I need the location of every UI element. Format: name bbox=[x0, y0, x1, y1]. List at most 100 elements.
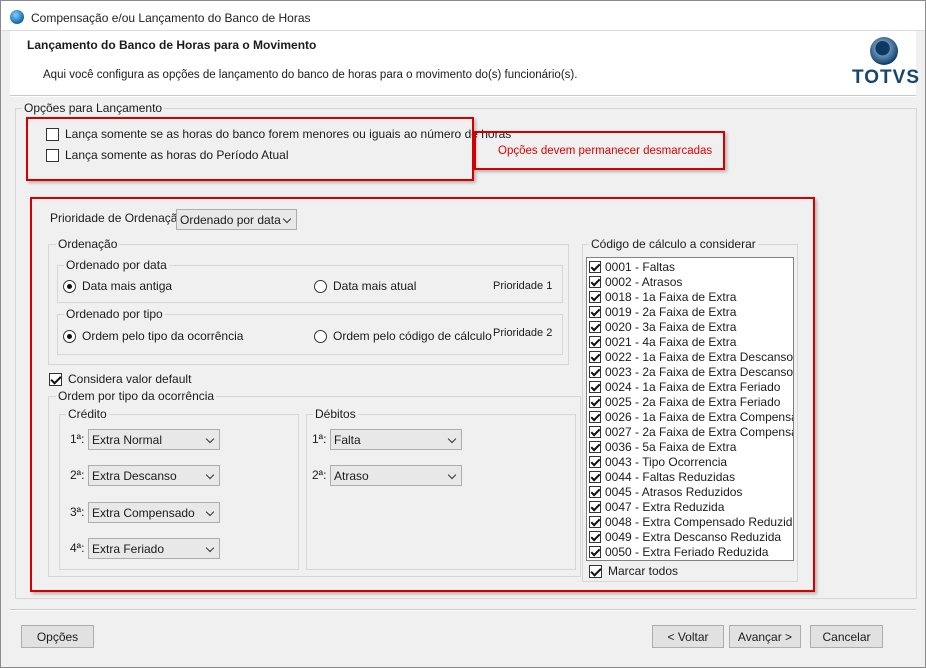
ordenado-data-label: Ordenado por data bbox=[64, 258, 169, 272]
codigo-list-item[interactable]: 0045 - Atrasos Reduzidos bbox=[587, 484, 793, 499]
wizard-header: Lançamento do Banco de Horas para o Movi… bbox=[10, 31, 919, 95]
checkbox-checked-icon[interactable] bbox=[589, 530, 601, 543]
codigo-list-item[interactable]: 0050 - Extra Feriado Reduzida bbox=[587, 544, 793, 559]
checkbox-checked-icon[interactable] bbox=[589, 350, 601, 363]
codigo-item-label: 0024 - 1a Faixa de Extra Feriado bbox=[605, 379, 781, 394]
check-marcar-todos[interactable]: Marcar todos bbox=[589, 564, 678, 578]
window-title: Compensação e/ou Lançamento do Banco de … bbox=[31, 11, 311, 25]
codigo-item-label: 0001 - Faltas bbox=[605, 259, 676, 274]
check-considera-default-label: Considera valor default bbox=[68, 372, 192, 386]
opcoes-button[interactable]: Opções bbox=[21, 625, 94, 648]
chevron-down-icon bbox=[205, 470, 215, 480]
credito-num-1: 1ª: bbox=[70, 432, 85, 446]
checkbox-checked-icon[interactable] bbox=[589, 335, 601, 348]
checkbox-checked-icon[interactable] bbox=[589, 500, 601, 513]
checkbox-checked-icon[interactable] bbox=[589, 410, 601, 423]
codigo-list-item[interactable]: 0043 - Tipo Ocorrencia bbox=[587, 454, 793, 469]
checkbox-checked-icon[interactable] bbox=[589, 260, 601, 273]
checkbox-checked-icon[interactable] bbox=[589, 320, 601, 333]
checkbox-checked-icon[interactable] bbox=[589, 545, 601, 558]
checkbox-checked-icon[interactable] bbox=[589, 290, 601, 303]
checkbox-checked-icon[interactable] bbox=[589, 440, 601, 453]
debito-select-1[interactable]: Falta bbox=[330, 429, 462, 450]
credito-select-3[interactable]: Extra Compensado bbox=[88, 502, 220, 523]
radio-unselected-icon[interactable] bbox=[314, 329, 327, 343]
codigo-item-label: 0022 - 1a Faixa de Extra Descanso bbox=[605, 349, 794, 364]
radio-codigo-calculo-label: Ordem pelo código de cálculo bbox=[333, 329, 492, 343]
footer-divider bbox=[10, 609, 916, 611]
checkbox-checked-icon[interactable] bbox=[589, 515, 601, 528]
checkbox-checked-icon[interactable] bbox=[49, 372, 62, 386]
checkbox-checked-icon[interactable] bbox=[589, 470, 601, 483]
avancar-button[interactable]: Avançar > bbox=[729, 625, 801, 648]
checkbox-checked-icon[interactable] bbox=[589, 564, 602, 578]
credito-select-2[interactable]: Extra Descanso bbox=[88, 465, 220, 486]
debito-select-1-value: Falta bbox=[334, 432, 361, 447]
codigo-item-label: 0049 - Extra Descanso Reduzida bbox=[605, 529, 782, 544]
chevron-down-icon bbox=[282, 214, 292, 224]
checkbox-checked-icon[interactable] bbox=[589, 455, 601, 468]
codigo-item-label: 0045 - Atrasos Reduzidos bbox=[605, 484, 743, 499]
debito-num-2: 2ª: bbox=[312, 468, 327, 482]
voltar-button[interactable]: < Voltar bbox=[652, 625, 724, 648]
checkbox-checked-icon[interactable] bbox=[589, 365, 601, 378]
codigo-list-item[interactable]: 0044 - Faltas Reduzidas bbox=[587, 469, 793, 484]
codigo-list-item[interactable]: 0036 - 5a Faixa de Extra bbox=[587, 439, 793, 454]
chevron-down-icon bbox=[205, 507, 215, 517]
codigo-list-item[interactable]: 0020 - 3a Faixa de Extra bbox=[587, 319, 793, 334]
highlight-box-checkboxes bbox=[26, 117, 474, 181]
header-subtitle: Aqui você configura as opções de lançame… bbox=[43, 69, 578, 81]
codigo-item-label: 0026 - 1a Faixa de Extra Compensado bbox=[605, 409, 794, 424]
logo-mark-icon bbox=[870, 37, 898, 65]
codigo-list-item[interactable]: 0049 - Extra Descanso Reduzida bbox=[587, 529, 793, 544]
credito-select-1-value: Extra Normal bbox=[92, 432, 163, 447]
codigo-list-item[interactable]: 0019 - 2a Faixa de Extra bbox=[587, 304, 793, 319]
codigo-list-item[interactable]: 0018 - 1a Faixa de Extra bbox=[587, 289, 793, 304]
radio-data-mais-antiga[interactable]: Data mais antiga bbox=[63, 279, 172, 293]
check-considera-default[interactable]: Considera valor default bbox=[49, 372, 191, 386]
radio-codigo-calculo[interactable]: Ordem pelo código de cálculo bbox=[314, 329, 492, 343]
priority-label: Prioridade de Ordenação: bbox=[50, 211, 188, 225]
codigo-list-item[interactable]: 0002 - Atrasos bbox=[587, 274, 793, 289]
checkbox-checked-icon[interactable] bbox=[589, 380, 601, 393]
debito-select-2-value: Atraso bbox=[334, 468, 369, 483]
codigos-listbox[interactable]: 0001 - Faltas 0002 - Atrasos 0018 - 1a Fai… bbox=[586, 257, 794, 561]
radio-selected-icon[interactable] bbox=[63, 279, 76, 293]
debito-select-2[interactable]: Atraso bbox=[330, 465, 462, 486]
codigo-list-item[interactable]: 0023 - 2a Faixa de Extra Descanso bbox=[587, 364, 793, 379]
codigo-list-item[interactable]: 0048 - Extra Compensado Reduzida bbox=[587, 514, 793, 529]
checkbox-checked-icon[interactable] bbox=[589, 425, 601, 438]
checkbox-checked-icon[interactable] bbox=[589, 485, 601, 498]
checkbox-checked-icon[interactable] bbox=[589, 275, 601, 288]
radio-unselected-icon[interactable] bbox=[314, 279, 327, 293]
codigos-label: Código de cálculo a considerar bbox=[589, 237, 758, 251]
totvs-logo: TOTVS bbox=[852, 37, 919, 93]
codigo-list-item[interactable]: 0021 - 4a Faixa de Extra bbox=[587, 334, 793, 349]
checkbox-checked-icon[interactable] bbox=[589, 395, 601, 408]
annotation-note: Opções devem permanecer desmarcadas bbox=[498, 145, 713, 157]
codigo-list-item[interactable]: 0001 - Faltas bbox=[587, 259, 793, 274]
codigo-list-item[interactable]: 0024 - 1a Faixa de Extra Feriado bbox=[587, 379, 793, 394]
radio-data-mais-atual-label: Data mais atual bbox=[333, 279, 417, 293]
debitos-label: Débitos bbox=[313, 407, 358, 421]
radio-tipo-ocorrencia[interactable]: Ordem pelo tipo da ocorrência bbox=[63, 329, 243, 343]
prioridade-2-label: Prioridade 2 bbox=[493, 327, 553, 339]
codigo-list-item[interactable]: 0027 - 2a Faixa de Extra Compensado bbox=[587, 424, 793, 439]
title-bar: Compensação e/ou Lançamento do Banco de … bbox=[1, 1, 925, 31]
checkbox-checked-icon[interactable] bbox=[589, 305, 601, 318]
radio-selected-icon[interactable] bbox=[63, 329, 76, 343]
credito-num-3: 3ª: bbox=[70, 505, 85, 519]
credito-select-1[interactable]: Extra Normal bbox=[88, 429, 220, 450]
codigo-list-item[interactable]: 0025 - 2a Faixa de Extra Feriado bbox=[587, 394, 793, 409]
codigo-list-item[interactable]: 0022 - 1a Faixa de Extra Descanso bbox=[587, 349, 793, 364]
dialog-window: Compensação e/ou Lançamento do Banco de … bbox=[0, 0, 926, 668]
radio-data-mais-atual[interactable]: Data mais atual bbox=[314, 279, 416, 293]
codigo-item-label: 0047 - Extra Reduzida bbox=[605, 499, 725, 514]
codigo-list-item[interactable]: 0047 - Extra Reduzida bbox=[587, 499, 793, 514]
codigo-list-item[interactable]: 0026 - 1a Faixa de Extra Compensado bbox=[587, 409, 793, 424]
priority-select[interactable]: Ordenado por data bbox=[176, 209, 297, 230]
cancelar-button[interactable]: Cancelar bbox=[810, 625, 883, 648]
credito-select-4[interactable]: Extra Feriado bbox=[88, 538, 220, 559]
codigo-item-label: 0048 - Extra Compensado Reduzida bbox=[605, 514, 794, 529]
chevron-down-icon bbox=[447, 434, 457, 444]
